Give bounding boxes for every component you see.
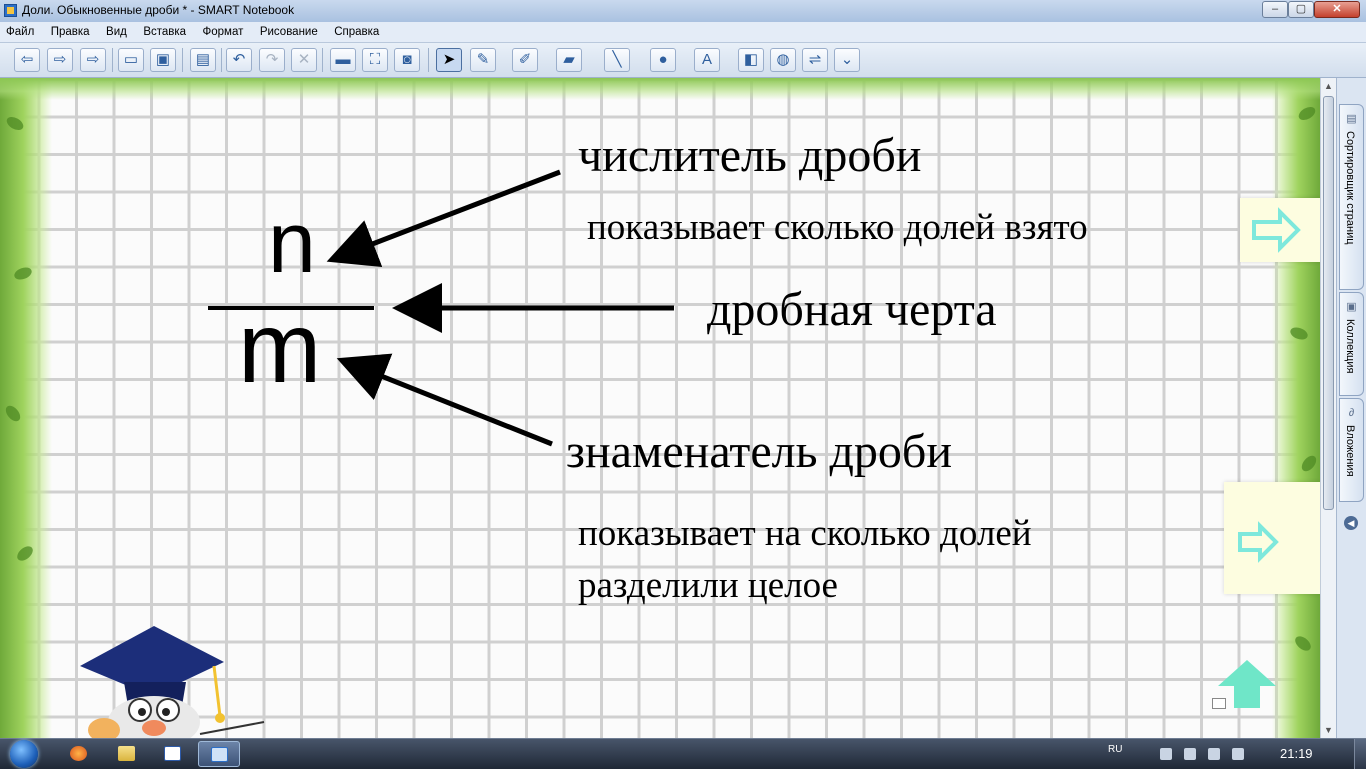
- page-sorter-icon: ▤: [1346, 113, 1357, 125]
- undo-icon[interactable]: ↶: [226, 48, 252, 72]
- close-button[interactable]: ✕: [1314, 1, 1360, 18]
- side-tab-bar: ▤ Сортировщик страниц ▣ Коллекция ∂ Влож…: [1336, 78, 1366, 738]
- toolbar-separator: [428, 48, 429, 72]
- tab-page-sorter-label: Сортировщик страниц: [1344, 131, 1356, 245]
- scrollbar-thumb[interactable]: [1323, 96, 1334, 510]
- taskbar-word[interactable]: [152, 741, 194, 767]
- menu-view[interactable]: Вид: [100, 23, 133, 38]
- tab-attachments[interactable]: ∂ Вложения: [1339, 398, 1364, 502]
- add-page-icon[interactable]: ⇨: [80, 48, 106, 72]
- menu-draw[interactable]: Рисование: [254, 23, 324, 38]
- toolbar-separator: [112, 48, 113, 72]
- toolbar: ⇦ ⇨ ⇨ ▭ ▣ ▤ ↶ ↷ ✕ ▬ ⛶ ◙ ➤ ✎ ✐ ▰ ╲ ● A ◧ …: [0, 43, 1366, 78]
- paperclip-icon: ∂: [1348, 407, 1355, 419]
- full-screen-icon[interactable]: ⛶: [362, 48, 388, 72]
- move-toolbar-icon[interactable]: ⇌: [802, 48, 828, 72]
- language-indicator[interactable]: RU: [1108, 744, 1122, 755]
- volume-icon[interactable]: [1184, 748, 1196, 760]
- next-arrow-panel-top[interactable]: [1240, 198, 1320, 262]
- tab-attachments-label: Вложения: [1344, 425, 1356, 477]
- taskbar: RU 21:19: [0, 738, 1366, 769]
- capture-icon[interactable]: ◙: [394, 48, 420, 72]
- network-icon[interactable]: [1208, 748, 1220, 760]
- word-icon: [164, 746, 181, 761]
- firefox-icon: [70, 746, 87, 761]
- smart-notebook-app-icon[interactable]: [4, 4, 17, 17]
- next-page-icon[interactable]: ⇨: [47, 48, 73, 72]
- tab-page-sorter[interactable]: ▤ Сортировщик страниц: [1339, 104, 1364, 290]
- page-menu-icon[interactable]: [1212, 698, 1226, 709]
- taskbar-smart-notebook[interactable]: [198, 741, 240, 767]
- scroll-up-arrow-icon[interactable]: ▲: [1321, 78, 1336, 94]
- menu-format[interactable]: Формат: [197, 23, 250, 38]
- title-bar: Доли. Обыкновенные дроби * - SMART Noteb…: [0, 0, 1366, 23]
- toolbar-separator: [221, 48, 222, 72]
- scroll-down-arrow-icon[interactable]: ▼: [1321, 722, 1336, 738]
- window-title: Доли. Обыкновенные дроби * - SMART Noteb…: [22, 3, 295, 17]
- numerator-arrow[interactable]: [326, 169, 561, 268]
- action-center-flag-icon[interactable]: [1232, 748, 1244, 760]
- tab-gallery[interactable]: ▣ Коллекция: [1339, 292, 1364, 396]
- paste-icon[interactable]: ▤: [190, 48, 216, 72]
- denominator-arrow[interactable]: [336, 353, 553, 447]
- show-desktop-button[interactable]: [1354, 739, 1366, 769]
- maximize-button[interactable]: ▢: [1288, 1, 1314, 18]
- folder-icon: [118, 746, 135, 761]
- menu-help[interactable]: Справка: [328, 23, 385, 38]
- redo-icon[interactable]: ↷: [259, 48, 285, 72]
- start-button[interactable]: [6, 739, 46, 769]
- toolbar-separator: [182, 48, 183, 72]
- taskbar-firefox[interactable]: [58, 741, 100, 767]
- fill-icon[interactable]: ◧: [738, 48, 764, 72]
- minimize-button[interactable]: –: [1262, 1, 1288, 18]
- text-icon[interactable]: A: [694, 48, 720, 72]
- next-arrow-icon[interactable]: [1238, 521, 1279, 563]
- tab-gallery-label: Коллекция: [1344, 319, 1356, 374]
- menu-bar: Файл Правка Вид Вставка Формат Рисование…: [0, 22, 1366, 43]
- taskbar-explorer[interactable]: [106, 741, 148, 767]
- shape-icon[interactable]: ●: [650, 48, 676, 72]
- next-arrow-icon[interactable]: [1252, 207, 1301, 253]
- clock[interactable]: 21:19: [1280, 746, 1313, 761]
- collapse-sidebar-icon[interactable]: ◀: [1344, 516, 1358, 530]
- menu-file[interactable]: Файл: [0, 23, 40, 38]
- pen-icon[interactable]: ✎: [470, 48, 496, 72]
- prev-page-icon[interactable]: ⇦: [14, 48, 40, 72]
- save-icon[interactable]: ▣: [150, 48, 176, 72]
- eraser-icon[interactable]: ▰: [556, 48, 582, 72]
- open-icon[interactable]: ▭: [118, 48, 144, 72]
- slide-canvas[interactable]: n m числитель дроби показывает сколько д…: [0, 78, 1320, 738]
- line-icon[interactable]: ╲: [604, 48, 630, 72]
- professor-owl-image: [80, 626, 265, 738]
- properties-icon[interactable]: ◍: [770, 48, 796, 72]
- next-arrow-panel-bottom[interactable]: [1224, 482, 1320, 594]
- smart-notebook-icon: [211, 747, 228, 762]
- usb-icon[interactable]: [1160, 748, 1172, 760]
- menu-edit[interactable]: Правка: [45, 23, 96, 38]
- toolbar-separator: [322, 48, 323, 72]
- gallery-icon: ▣: [1346, 301, 1357, 313]
- menu-insert[interactable]: Вставка: [137, 23, 192, 38]
- delete-icon[interactable]: ✕: [291, 48, 317, 72]
- more-icon[interactable]: ⌄: [834, 48, 860, 72]
- select-icon[interactable]: ➤: [436, 48, 462, 72]
- creative-pen-icon[interactable]: ✐: [512, 48, 538, 72]
- screen-shade-icon[interactable]: ▬: [330, 48, 356, 72]
- vertical-scrollbar[interactable]: ▲ ▼: [1320, 78, 1336, 738]
